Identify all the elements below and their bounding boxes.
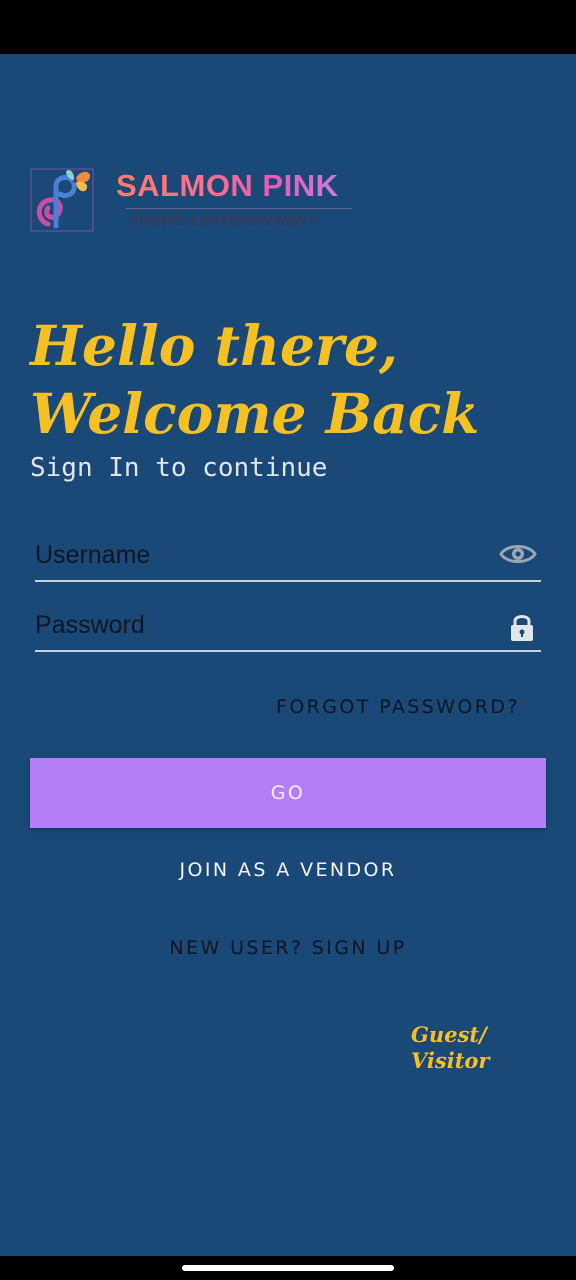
guest-label-line-2: Visitor	[411, 1048, 490, 1073]
brand-tagline: EVENTS & ENTERTAINMENT	[130, 213, 316, 228]
greeting-line-1: Hello there,	[30, 313, 399, 378]
guest-visitor-button[interactable]: Guest/ Visitor	[411, 1022, 511, 1074]
greeting-line-2: Welcome Back	[30, 381, 480, 446]
eye-icon[interactable]	[499, 541, 537, 567]
forgot-password-button[interactable]: FORGOT PASSWORD?	[276, 696, 520, 718]
sign-up-button[interactable]: NEW USER? SIGN UP	[0, 937, 576, 959]
greeting-heading: Hello there, Welcome Back	[30, 312, 550, 448]
username-input[interactable]	[35, 532, 485, 578]
home-indicator[interactable]	[182, 1265, 394, 1271]
brand-name: SALMON PINK	[116, 168, 339, 203]
brand-divider	[126, 208, 352, 209]
status-bar	[0, 0, 576, 54]
go-button[interactable]: GO	[30, 758, 546, 828]
password-field	[35, 602, 541, 652]
lock-icon	[511, 615, 533, 641]
guest-label-line-1: Guest/	[411, 1022, 487, 1047]
join-vendor-button[interactable]: JOIN AS A VENDOR	[0, 859, 576, 881]
username-field	[35, 532, 541, 582]
brand-logo: SALMON PINK EVENTS & ENTERTAINMENT	[28, 156, 358, 236]
password-input[interactable]	[35, 602, 485, 648]
butterfly-logo-icon	[30, 168, 94, 232]
sign-in-subtitle: Sign In to continue	[30, 453, 328, 483]
